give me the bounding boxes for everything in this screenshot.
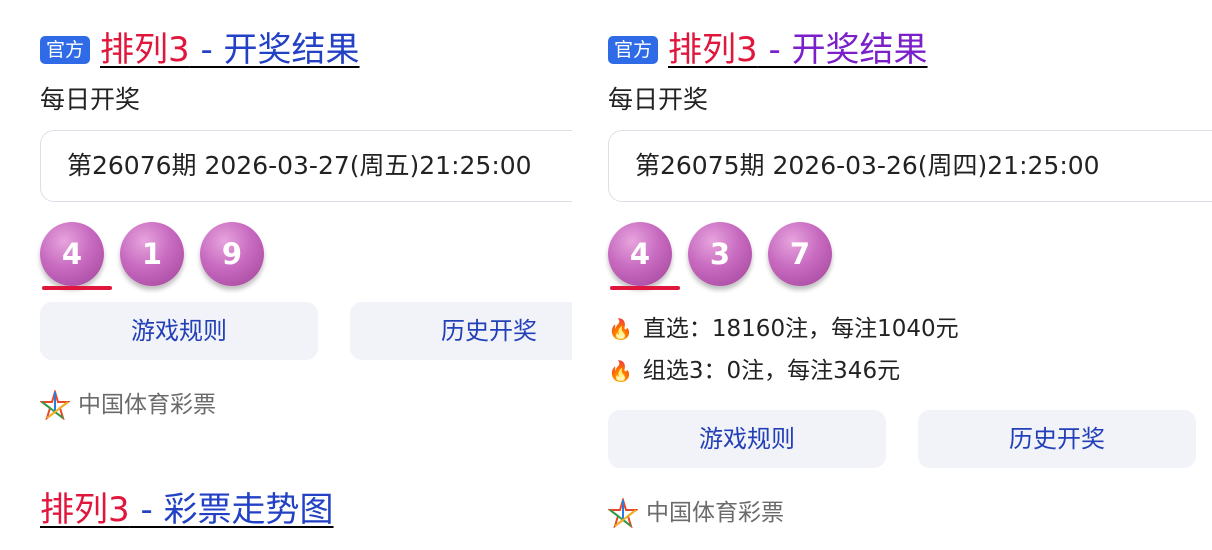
lottery-logo-icon bbox=[40, 390, 70, 420]
game-rules-button[interactable]: 游戏规则 bbox=[40, 302, 318, 360]
number-ball: 1 bbox=[120, 222, 184, 286]
number-ball: 4 bbox=[608, 222, 672, 286]
number-ball: 3 bbox=[688, 222, 752, 286]
draw-issue-selector[interactable]: 第26076期 2026-03-27(周五)21:25:00 bbox=[40, 130, 572, 202]
title-rest: - 开奖结果 bbox=[189, 30, 360, 70]
lottery-logo-icon bbox=[608, 498, 638, 528]
official-badge: 官方 bbox=[608, 36, 659, 64]
fire-icon: 🔥 bbox=[608, 359, 633, 383]
title-rest: - 彩票走势图 bbox=[129, 490, 334, 530]
prize-text: 组选3：0注，每注346元 bbox=[642, 358, 901, 384]
source-attribution[interactable]: 中国体育彩票 bbox=[608, 498, 784, 528]
prize-line-direct: 🔥 直选：18160注，每注1040元 bbox=[608, 314, 959, 344]
prize-line-group3: 🔥 组选3：0注，每注346元 bbox=[608, 356, 900, 386]
game-rules-button[interactable]: 游戏规则 bbox=[608, 410, 886, 468]
ball-underline-mark bbox=[610, 286, 680, 290]
result-title-row: 官方 排列3 - 开奖结果 bbox=[40, 26, 360, 74]
source-name: 中国体育彩票 bbox=[78, 392, 216, 418]
result-title-link[interactable]: 排列3 - 开奖结果 bbox=[100, 28, 360, 72]
draw-frequency-label: 每日开奖 bbox=[608, 85, 709, 114]
trend-chart-title-link[interactable]: 排列3 - 彩票走势图 bbox=[40, 488, 334, 532]
source-name: 中国体育彩票 bbox=[646, 500, 784, 526]
official-badge: 官方 bbox=[40, 36, 91, 64]
history-draws-button[interactable]: 历史开奖 bbox=[350, 302, 572, 360]
ball-underline-mark bbox=[42, 286, 112, 290]
prize-text: 直选：18160注，每注1040元 bbox=[642, 316, 959, 342]
fire-icon: 🔥 bbox=[608, 317, 633, 341]
history-draws-button[interactable]: 历史开奖 bbox=[918, 410, 1196, 468]
trend-chart-result-title: 排列3 - 彩票走势图 bbox=[40, 486, 334, 534]
title-keyword: 排列3 bbox=[668, 30, 758, 70]
number-ball: 4 bbox=[40, 222, 104, 286]
left-result-card: 官方 排列3 - 开奖结果 每日开奖 第26076期 2026-03-27(周五… bbox=[0, 0, 572, 550]
number-ball: 7 bbox=[768, 222, 832, 286]
draw-frequency-label: 每日开奖 bbox=[40, 85, 141, 114]
source-attribution[interactable]: 中国体育彩票 bbox=[40, 390, 216, 420]
draw-issue-selector[interactable]: 第26075期 2026-03-26(周四)21:25:00 bbox=[608, 130, 1212, 202]
result-title-row: 官方 排列3 - 开奖结果 bbox=[608, 26, 928, 74]
right-result-card: 官方 排列3 - 开奖结果 每日开奖 第26075期 2026-03-26(周四… bbox=[572, 0, 1212, 550]
title-keyword: 排列3 bbox=[100, 30, 190, 70]
number-ball: 9 bbox=[200, 222, 264, 286]
draw-issue-text: 第26075期 2026-03-26(周四)21:25:00 bbox=[635, 151, 1100, 180]
draw-issue-text: 第26076期 2026-03-27(周五)21:25:00 bbox=[67, 151, 532, 180]
result-title-link[interactable]: 排列3 - 开奖结果 bbox=[668, 28, 928, 72]
title-keyword: 排列3 bbox=[40, 490, 130, 530]
title-rest: - 开奖结果 bbox=[757, 30, 928, 70]
